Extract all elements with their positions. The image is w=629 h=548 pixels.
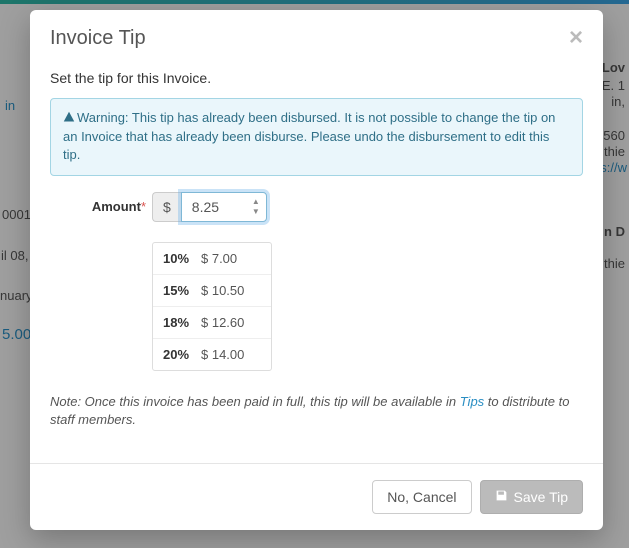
stepper-down-icon[interactable]: ▼ xyxy=(251,208,261,216)
tip-option[interactable]: 20% $ 14.00 xyxy=(153,339,271,370)
tip-option[interactable]: 18% $ 12.60 xyxy=(153,307,271,339)
save-button-label: Save Tip xyxy=(514,489,568,505)
modal-footer: No, Cancel Save Tip xyxy=(30,463,603,530)
invoice-tip-modal: Invoice Tip × Set the tip for this Invoi… xyxy=(30,10,603,530)
tip-amount: $ 14.00 xyxy=(201,347,244,362)
close-icon[interactable]: × xyxy=(569,26,583,50)
tip-option[interactable]: 10% $ 7.00 xyxy=(153,243,271,275)
currency-addon: $ xyxy=(152,192,181,222)
cancel-button[interactable]: No, Cancel xyxy=(372,480,471,514)
note-text: Note: Once this invoice has been paid in… xyxy=(50,393,583,429)
tip-percent: 15% xyxy=(163,283,201,298)
tip-amount: $ 10.50 xyxy=(201,283,244,298)
required-asterisk: * xyxy=(141,199,146,214)
tip-percentage-table: 10% $ 7.00 15% $ 10.50 18% $ 12.60 20% $… xyxy=(152,242,272,371)
tip-option[interactable]: 15% $ 10.50 xyxy=(153,275,271,307)
tip-percent: 10% xyxy=(163,251,201,266)
lead-text: Set the tip for this Invoice. xyxy=(50,70,583,86)
warning-alert: Warning: This tip has already been disbu… xyxy=(50,98,583,176)
tip-amount: $ 12.60 xyxy=(201,315,244,330)
warning-text: This tip has already been disbursed. It … xyxy=(63,110,555,162)
tip-percent: 20% xyxy=(163,347,201,362)
amount-row: Amount* $ ▲ ▼ xyxy=(50,192,583,222)
amount-spinner: ▲ ▼ xyxy=(181,192,267,222)
warning-icon xyxy=(63,110,75,128)
amount-label-text: Amount xyxy=(92,199,141,214)
save-tip-button[interactable]: Save Tip xyxy=(480,480,583,514)
stepper-up-icon[interactable]: ▲ xyxy=(251,198,261,206)
modal-title: Invoice Tip xyxy=(50,27,146,50)
amount-input-group: $ ▲ ▼ xyxy=(152,192,267,222)
modal-body: Set the tip for this Invoice. Warning: T… xyxy=(30,62,603,463)
tip-amount: $ 7.00 xyxy=(201,251,237,266)
warning-prefix: Warning: xyxy=(77,110,129,125)
tip-percent: 18% xyxy=(163,315,201,330)
amount-label: Amount* xyxy=(50,192,146,214)
note-before: Note: Once this invoice has been paid in… xyxy=(50,394,460,409)
save-icon xyxy=(495,489,508,505)
tips-link[interactable]: Tips xyxy=(460,394,484,409)
modal-header: Invoice Tip × xyxy=(30,10,603,62)
